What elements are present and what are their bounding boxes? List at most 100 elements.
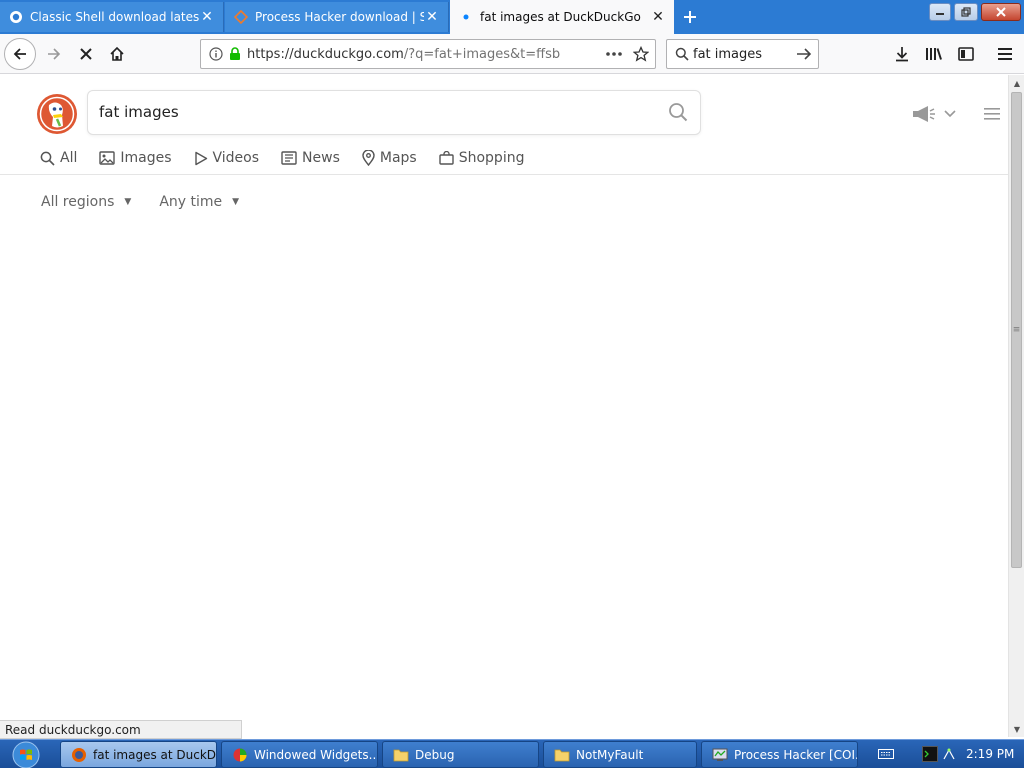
info-icon[interactable]: [209, 47, 223, 61]
tab-label: Shopping: [458, 150, 525, 166]
navigation-toolbar: https://duckduckgo.com/?q=fat+images&t=f…: [0, 34, 1024, 74]
windows-taskbar: fat images at DuckD... Windowed Widgets.…: [0, 739, 1024, 768]
forward-button[interactable]: [38, 38, 70, 70]
tab-news[interactable]: News: [281, 148, 340, 168]
filter-label: Any time: [159, 194, 223, 210]
tab-process-hacker[interactable]: Process Hacker download | Sou ✕: [225, 2, 449, 32]
ddg-search-input[interactable]: fat images: [99, 103, 179, 121]
start-button[interactable]: [4, 741, 48, 768]
url-path: /?q=fat+images&t=ffsb: [403, 46, 561, 62]
classic-shell-favicon-icon: [8, 9, 24, 25]
terminal-tray-icon[interactable]: [922, 746, 938, 765]
tab-label: Images: [120, 150, 172, 166]
tab-title: fat images at DuckDuckGo: [480, 10, 641, 24]
minimize-icon: [936, 13, 944, 15]
url-bar[interactable]: https://duckduckgo.com/?q=fat+images&t=f…: [200, 39, 656, 69]
taskbar-item-notmyfault[interactable]: NotMyFault: [543, 741, 697, 768]
url-host: https://duckduckgo.com: [247, 46, 404, 62]
tab-all[interactable]: All: [40, 148, 77, 168]
taskbar-item-windowed-widgets[interactable]: Windowed Widgets...: [221, 741, 378, 768]
tab-classic-shell[interactable]: Classic Shell download latest ve ✕: [0, 2, 224, 32]
announcements-button[interactable]: [912, 105, 956, 123]
bookmark-star-icon[interactable]: [633, 46, 649, 62]
tab-images[interactable]: Images: [99, 148, 172, 168]
library-button[interactable]: [918, 38, 950, 70]
close-tab-icon[interactable]: ✕: [199, 9, 215, 25]
close-tab-icon[interactable]: ✕: [650, 9, 666, 25]
widgets-app-icon: [232, 747, 248, 763]
home-button[interactable]: [101, 38, 133, 70]
network-tray-icon[interactable]: [942, 747, 956, 764]
sidebar-toggle-button[interactable]: [950, 38, 982, 70]
header-divider: [0, 174, 1008, 175]
vertical-scrollbar[interactable]: ▲ ≡ ▼: [1008, 75, 1024, 737]
new-tab-button[interactable]: [676, 4, 704, 30]
play-icon: [194, 151, 207, 165]
chevron-down-icon: [944, 110, 956, 118]
tab-label: News: [302, 150, 340, 166]
tab-label: Maps: [379, 150, 417, 166]
minimize-button[interactable]: [929, 3, 951, 21]
maximize-button[interactable]: [954, 3, 978, 21]
ddg-menu-button[interactable]: [984, 107, 1000, 124]
library-icon: [926, 48, 942, 60]
stop-button[interactable]: [70, 38, 102, 70]
status-bar: Read duckduckgo.com: [0, 720, 242, 739]
scroll-up-arrow-icon[interactable]: ▲: [1009, 77, 1024, 89]
caret-down-icon: ▼: [232, 197, 240, 207]
taskbar-item-label: fat images at DuckD...: [93, 747, 217, 762]
arrow-right-icon: [48, 48, 61, 60]
tab-label: Videos: [212, 150, 260, 166]
tab-shopping[interactable]: Shopping: [439, 148, 525, 168]
search-bar[interactable]: fat images: [666, 39, 819, 69]
hamburger-menu-icon: [984, 108, 1000, 120]
tab-maps[interactable]: Maps: [362, 148, 417, 168]
lock-icon[interactable]: [229, 47, 241, 61]
restore-icon: [961, 7, 971, 17]
downloads-button[interactable]: [886, 38, 918, 70]
windows-start-orb-icon: [12, 741, 40, 768]
grip-icon: ≡: [1012, 325, 1021, 335]
tab-videos[interactable]: Videos: [194, 148, 260, 168]
search-go-arrow-icon[interactable]: [796, 47, 812, 61]
ddg-search-box[interactable]: fat images: [87, 90, 701, 135]
image-icon: [99, 151, 116, 165]
newspaper-icon: [281, 151, 297, 165]
sidebar-icon: [958, 47, 974, 61]
hamburger-menu-icon: [998, 48, 1012, 60]
back-button[interactable]: [4, 38, 36, 70]
taskbar-item-process-hacker[interactable]: Process Hacker [COI...: [701, 741, 858, 768]
search-icon[interactable]: [668, 102, 688, 125]
page-actions-icon[interactable]: [605, 51, 623, 57]
search-icon: [675, 47, 689, 61]
duckduckgo-logo[interactable]: [36, 93, 78, 135]
search-bar-text[interactable]: fat images: [693, 47, 796, 62]
region-filter-dropdown[interactable]: All regions ▼: [41, 194, 131, 210]
firefox-icon: [71, 747, 87, 763]
sourceforge-favicon-icon: [233, 9, 249, 25]
keyboard-icon[interactable]: [878, 748, 894, 763]
scroll-down-arrow-icon[interactable]: ▼: [1009, 723, 1024, 735]
stop-x-icon: [80, 48, 92, 60]
close-icon: [996, 7, 1006, 17]
window-close-button[interactable]: [981, 3, 1021, 21]
scrollbar-thumb[interactable]: ≡: [1011, 92, 1022, 568]
taskbar-item-label: Debug: [415, 747, 455, 762]
tab-title: Classic Shell download latest ve: [30, 10, 199, 24]
taskbar-item-firefox[interactable]: fat images at DuckD...: [60, 741, 217, 768]
page-content: fat images All Images Videos News Maps S…: [0, 75, 1008, 719]
tab-duckduckgo[interactable]: fat images at DuckDuckGo ✕: [450, 0, 674, 34]
time-filter-dropdown[interactable]: Any time ▼: [159, 194, 239, 210]
download-arrow-icon: [896, 47, 908, 62]
taskbar-item-debug[interactable]: Debug: [382, 741, 539, 768]
close-tab-icon[interactable]: ✕: [424, 9, 440, 25]
home-icon: [110, 46, 124, 61]
taskbar-clock[interactable]: 2:19 PM: [966, 747, 1014, 761]
url-text[interactable]: https://duckduckgo.com/?q=fat+images&t=f…: [247, 47, 605, 62]
app-menu-button[interactable]: [989, 38, 1021, 70]
arrow-left-icon: [13, 48, 26, 60]
taskbar-item-label: NotMyFault: [576, 747, 644, 762]
megaphone-icon: [913, 106, 935, 122]
loading-dot-icon: [458, 9, 474, 25]
taskbar-item-label: Windowed Widgets...: [254, 747, 378, 762]
